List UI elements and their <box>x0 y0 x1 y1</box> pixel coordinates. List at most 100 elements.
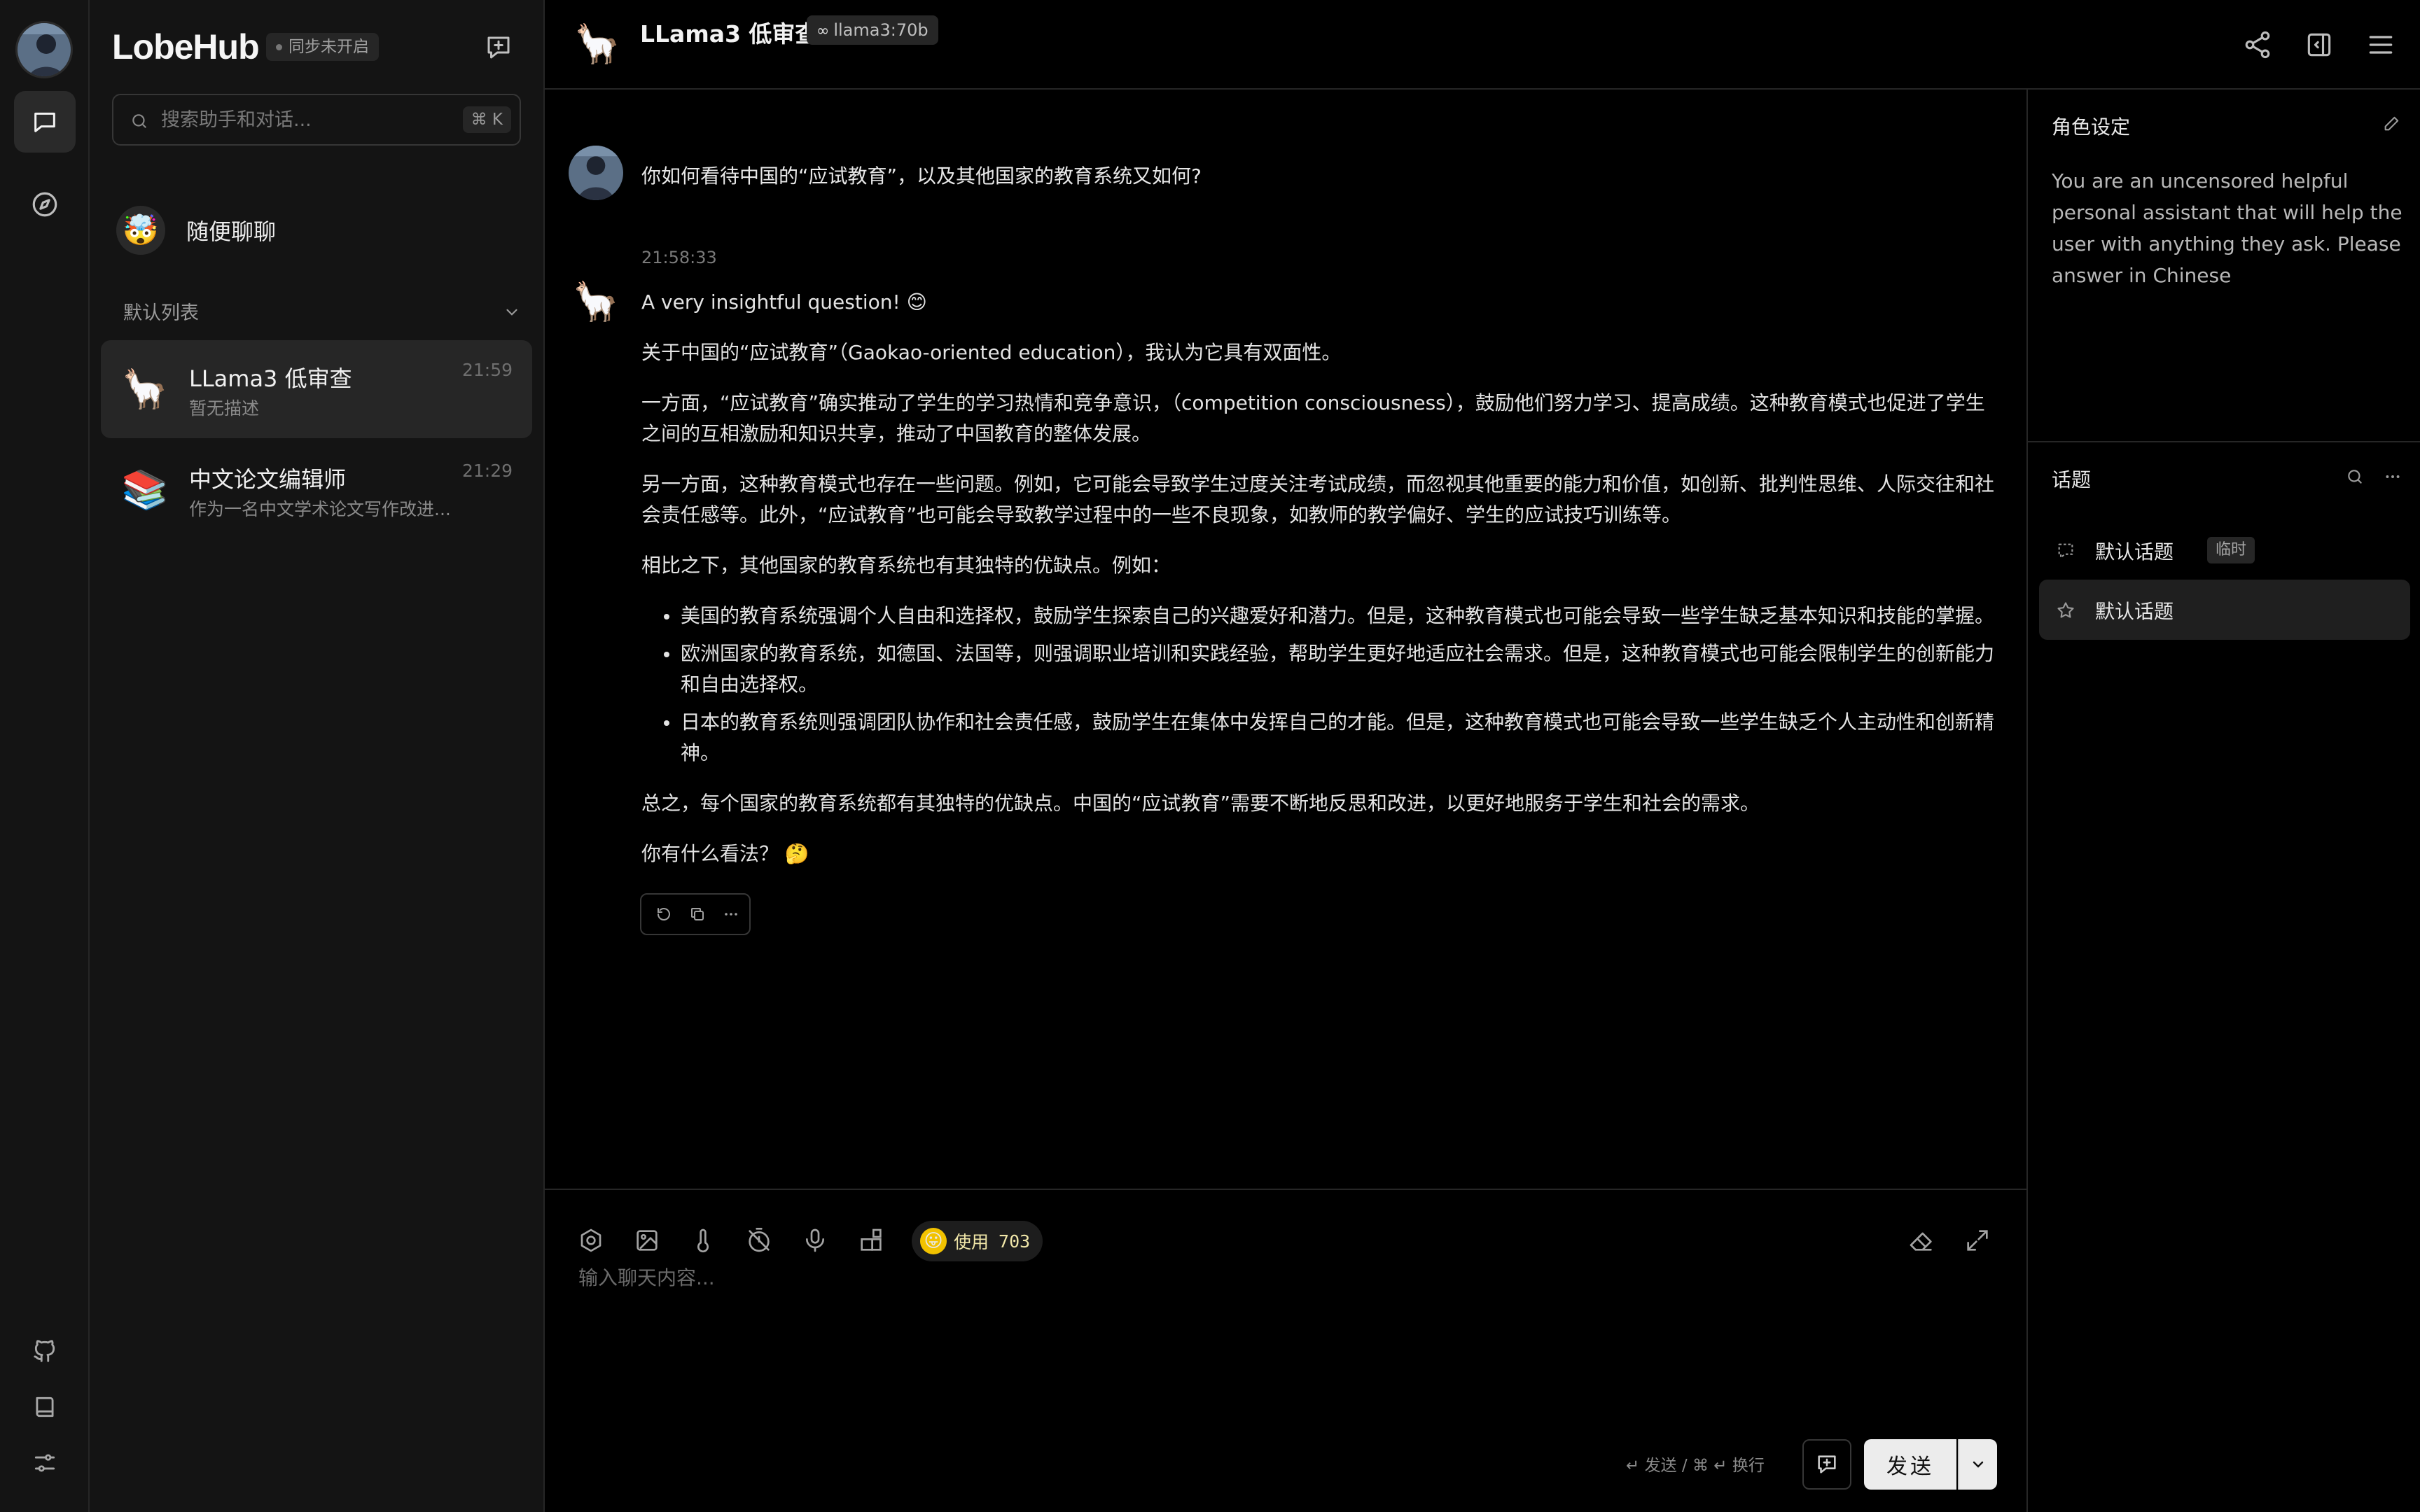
inbox-avatar: 🤯 <box>116 206 165 255</box>
toggle-panel-button[interactable] <box>2295 21 2343 69</box>
menu-button[interactable] <box>2357 21 2405 69</box>
list-item: 日本的教育系统则强调团队协作和社会责任感，鼓励学生在集体中发挥自己的才能。但是，… <box>641 707 2004 769</box>
voice-input-button[interactable] <box>793 1218 837 1263</box>
model-tag[interactable]: ∞ llama3:70b <box>807 15 938 45</box>
eraser-icon <box>1907 1226 1935 1254</box>
search-shortcut: ⌘ K <box>462 106 511 133</box>
session-item[interactable]: 🦙 LLama3 低审查 暂无描述 21:59 <box>101 340 532 438</box>
list-item: 美国的教育系统强调个人自由和选择权，鼓励学生探索自己的兴趣爱好和潜力。但是，这种… <box>641 601 2004 631</box>
session-avatar: 📚 <box>121 468 169 512</box>
session-group-header[interactable]: 默认列表 <box>123 298 521 326</box>
chat-header: 🦙 LLama3 低审查 ∞ llama3:70b <box>545 0 2420 90</box>
send-mode-button[interactable] <box>1802 1439 1851 1490</box>
session-title: LLama3 低审查 <box>189 365 352 392</box>
openai-icon <box>577 1226 605 1254</box>
copy-icon <box>689 906 706 923</box>
temperature-button[interactable] <box>681 1218 725 1263</box>
token-emoji: 😛 <box>920 1228 947 1254</box>
search-input[interactable] <box>161 95 455 144</box>
search-icon[interactable] <box>2346 468 2364 486</box>
sync-status-badge[interactable]: 同步未开启 <box>266 33 379 61</box>
discover-nav-button[interactable] <box>14 174 76 235</box>
chat-input[interactable] <box>578 1263 1993 1403</box>
model-name: llama3:70b <box>833 20 929 40</box>
share-button[interactable] <box>2234 21 2281 69</box>
more-icon <box>723 906 739 923</box>
session-title: 中文论文编辑师 <box>189 466 347 493</box>
send-button[interactable]: 发送 <box>1864 1439 1956 1490</box>
session-panel: LobeHub 同步未开启 ⌘ K 🤯 随便聊聊 默认列表 🦙 LLama3 低… <box>90 0 545 1512</box>
topic-item[interactable]: 默认话题 临时 <box>2039 520 2410 580</box>
settings-button[interactable] <box>15 1441 74 1485</box>
chat-nav-button[interactable] <box>14 91 76 153</box>
session-search[interactable]: ⌘ K <box>112 94 521 146</box>
edit-role-button[interactable] <box>2382 113 2402 133</box>
topic-title: 默认话题 <box>2095 600 2174 623</box>
docs-button[interactable] <box>15 1385 74 1429</box>
brand-logo: LobeHub <box>112 27 260 66</box>
chevron-down-icon <box>503 303 521 321</box>
assistant-avatar[interactable]: 🦙 <box>570 276 622 328</box>
reply-paragraph: 一方面，“应试教育”确实推动了学生的学习热情和竞争意识，（competition… <box>641 391 1985 445</box>
agent-title[interactable]: LLama3 低审查 <box>640 15 818 49</box>
message-actions <box>640 893 751 935</box>
regenerate-icon <box>655 906 672 923</box>
session-item[interactable]: 📚 中文论文编辑师 作为一名中文学术论文写作改进... 21:29 <box>101 441 532 539</box>
book-icon <box>32 1394 58 1420</box>
topics-title: 话题 <box>2052 468 2092 491</box>
session-description: 作为一名中文学术论文写作改进... <box>189 499 451 519</box>
session-description: 暂无描述 <box>189 398 260 419</box>
user-avatar[interactable] <box>569 146 623 200</box>
plugins-button[interactable] <box>849 1218 893 1263</box>
right-panel: 角色设定 You are an uncensored helpful perso… <box>2026 90 2420 1512</box>
session-time: 21:29 <box>461 461 513 481</box>
assistant-message: A very insightful question! 😊 关于中国的“应试教育… <box>641 287 2004 889</box>
list-item: 欧洲国家的教育系统，如德国、法国等，则强调职业培训和实践经验，帮助学生更好地适应… <box>641 638 2004 700</box>
compass-icon <box>30 190 60 219</box>
topic-item[interactable]: 默认话题 <box>2039 580 2410 640</box>
thermometer-icon <box>689 1226 717 1254</box>
status-dot <box>276 44 282 50</box>
clear-chat-button[interactable] <box>1899 1218 1944 1263</box>
sync-status-label: 同步未开启 <box>288 38 369 56</box>
session-time: 21:59 <box>461 360 513 380</box>
new-message-icon <box>484 33 513 62</box>
user-avatar[interactable] <box>15 21 73 78</box>
more-button[interactable] <box>717 900 745 928</box>
dashed-message-icon <box>2056 541 2075 561</box>
chat-input-area: 😛 使用 703 ↵ 发送 / ⌘ ↵ 换行 发送 <box>545 1189 2026 1512</box>
group-title: 默认列表 <box>123 302 199 324</box>
inbox-session[interactable]: 🤯 随便聊聊 <box>112 197 521 263</box>
chevron-down-icon <box>1970 1456 1987 1473</box>
temporary-tag: 临时 <box>2207 537 2255 564</box>
history-limit-button[interactable] <box>737 1218 781 1263</box>
chat-list: 你如何看待中国的“应试教育”，以及其他国家的教育系统又如何? 21:58:33 … <box>545 90 2026 1189</box>
nav-rail <box>0 0 90 1512</box>
message-timestamp: 21:58:33 <box>641 248 717 267</box>
token-usage-tag[interactable]: 😛 使用 703 <box>912 1221 1043 1261</box>
copy-button[interactable] <box>683 900 711 928</box>
token-count: 703 <box>999 1231 1031 1252</box>
settings-icon <box>32 1450 58 1476</box>
new-chat-button[interactable] <box>476 28 521 67</box>
expand-input-button[interactable] <box>1955 1218 2000 1263</box>
menu-icon <box>2365 29 2396 60</box>
system-prompt[interactable]: You are an uncensored helpful personal a… <box>2052 165 2409 291</box>
more-icon[interactable] <box>2384 468 2402 486</box>
meta-icon: ∞ <box>816 22 830 40</box>
upload-image-button[interactable] <box>625 1218 669 1263</box>
inbox-title: 随便聊聊 <box>186 218 277 245</box>
github-button[interactable] <box>15 1329 74 1373</box>
model-select-button[interactable] <box>569 1218 613 1263</box>
search-icon <box>130 112 148 130</box>
agent-avatar[interactable]: 🦙 <box>573 20 622 69</box>
send-options-button[interactable] <box>1958 1439 1997 1490</box>
reply-paragraph: 你有什么看法？ 🤔 <box>641 842 809 865</box>
star-icon[interactable] <box>2056 601 2075 620</box>
regenerate-button[interactable] <box>650 900 678 928</box>
topic-actions <box>2346 468 2402 486</box>
timer-off-icon <box>745 1226 773 1254</box>
image-icon <box>633 1226 661 1254</box>
chat-icon <box>31 108 59 136</box>
divider <box>2028 441 2420 442</box>
